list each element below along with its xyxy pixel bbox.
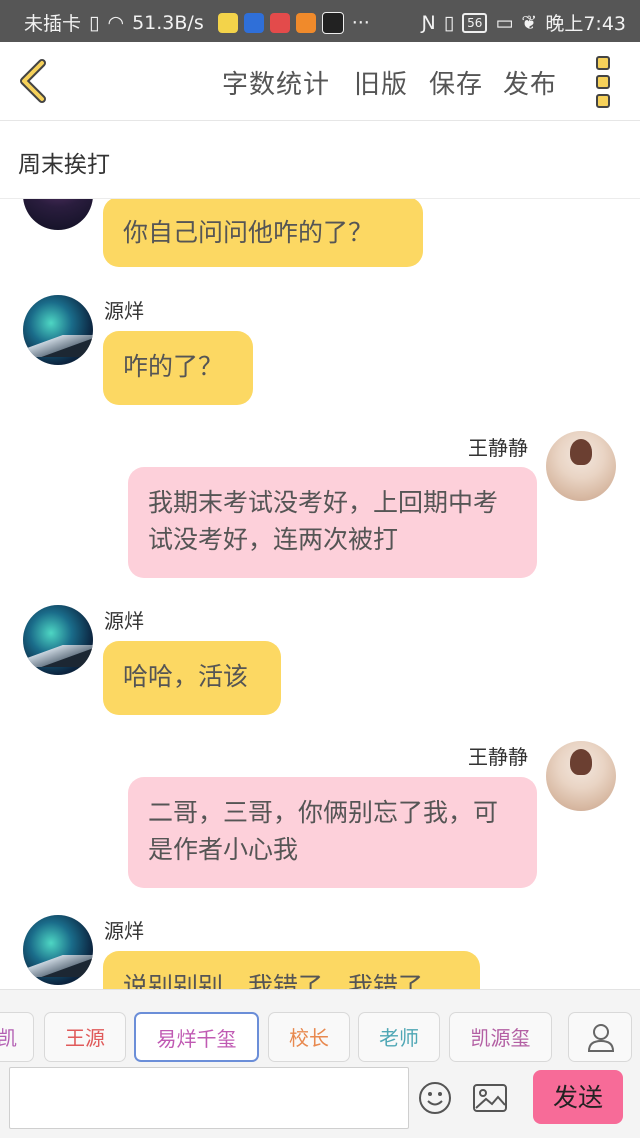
- avatar[interactable]: [23, 605, 93, 675]
- qq-app-icon: [321, 11, 344, 34]
- baidu-app-icon: [243, 12, 264, 33]
- image-button[interactable]: [472, 1083, 508, 1113]
- avatar[interactable]: [546, 741, 616, 811]
- message-input[interactable]: [9, 1067, 409, 1129]
- clock-time: 晚上7:43: [545, 13, 626, 35]
- sender-name: 王静静: [468, 745, 528, 769]
- menu-dot-icon: [596, 94, 610, 108]
- message-bubble[interactable]: 咋的了？: [103, 331, 253, 405]
- message-bubble[interactable]: 哈哈，活该: [103, 641, 281, 715]
- more-menu-button[interactable]: [596, 56, 614, 108]
- publish-button[interactable]: 发布: [503, 64, 557, 101]
- character-selector: 凯 王源 易烊千玺 校长 老师 凯源玺: [0, 989, 640, 1068]
- sender-name: 源烊: [104, 299, 144, 323]
- message-bubble[interactable]: 我期末考试没考好，上回期中考试没考好，连两次被打: [128, 467, 537, 578]
- story-title-row[interactable]: 周末挨打: [0, 121, 640, 199]
- sender-name: 源烊: [104, 609, 144, 633]
- avatar[interactable]: [546, 431, 616, 501]
- message-bubble[interactable]: 二哥，三哥，你俩别忘了我，可是作者小心我: [128, 777, 537, 888]
- word-count-button[interactable]: 字数统计: [222, 64, 330, 101]
- battery-icon: ▭: [495, 11, 514, 34]
- character-chip[interactable]: 凯: [0, 1012, 34, 1062]
- old-version-button[interactable]: 旧版: [354, 64, 408, 101]
- wifi-icon: ◠: [107, 11, 125, 34]
- menu-dot-icon: [596, 56, 610, 70]
- avatar[interactable]: [23, 295, 93, 365]
- more-notifications: ···: [351, 11, 370, 34]
- sender-name: 源烊: [104, 919, 144, 943]
- carrier-text: 未插卡: [24, 13, 82, 35]
- vibrate-icon: ▯: [443, 11, 455, 34]
- send-button[interactable]: 发送: [533, 1070, 623, 1124]
- input-bar: 发送: [0, 1067, 640, 1138]
- video-app-icon: [295, 12, 316, 33]
- character-chip[interactable]: 王源: [44, 1012, 126, 1062]
- leaf-icon: ❦: [521, 11, 538, 34]
- toolbar: 字数统计 旧版 保存 发布: [0, 42, 640, 121]
- character-chip[interactable]: 凯源玺: [449, 1012, 552, 1062]
- picture-icon: [473, 1084, 507, 1112]
- chat-area[interactable]: 你自己问问他咋的了？ 源烊 咋的了？ 王静静 我期末考试没考好，上回期中考试没考…: [0, 199, 640, 989]
- add-character-button[interactable]: [568, 1012, 632, 1062]
- network-speed: 51.3B/s: [132, 11, 204, 34]
- message-bubble[interactable]: 说别别别，我错了，我错了: [103, 951, 480, 989]
- story-title: 周末挨打: [18, 152, 110, 178]
- chevron-left-icon: [20, 59, 46, 103]
- signal-badge: 56: [462, 12, 488, 33]
- character-chip[interactable]: 校长: [268, 1012, 350, 1062]
- back-button[interactable]: [14, 58, 54, 104]
- message-bubble[interactable]: 你自己问问他咋的了？: [103, 199, 423, 267]
- avatar[interactable]: [23, 199, 93, 230]
- news-app-icon: [269, 12, 290, 33]
- status-bar: 未插卡 ▯ ◠ 51.3B/s ··· Ɲ ▯ 56 ▭ ❦ 晚上7:43: [0, 0, 640, 42]
- character-chip-selected[interactable]: 易烊千玺: [134, 1012, 259, 1062]
- sender-name: 王静静: [468, 436, 528, 460]
- emoji-button[interactable]: [418, 1081, 452, 1115]
- menu-dot-icon: [596, 75, 610, 89]
- smiley-icon: [419, 1082, 451, 1114]
- sim-icon: ▯: [89, 11, 100, 34]
- bulb-app-icon: [217, 12, 238, 33]
- nfc-icon: Ɲ: [421, 11, 436, 34]
- character-chip[interactable]: 老师: [358, 1012, 440, 1062]
- avatar[interactable]: [23, 915, 93, 985]
- user-icon: [587, 1024, 615, 1052]
- save-button[interactable]: 保存: [429, 64, 483, 101]
